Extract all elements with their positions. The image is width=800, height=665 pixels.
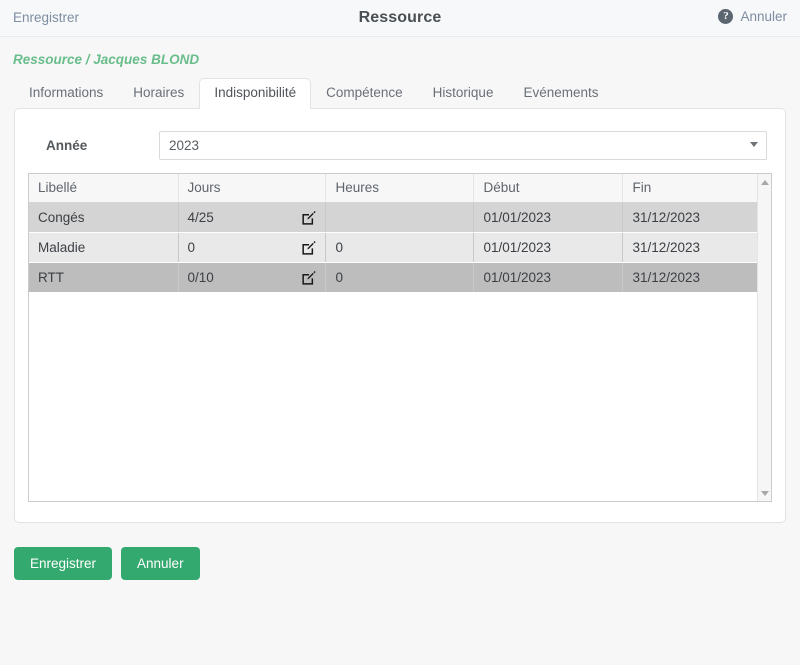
cell-jours-value: 4/25	[187, 209, 214, 225]
cell-fin: 31/12/2023	[622, 202, 771, 233]
top-toolbar: Enregistrer Ressource ? Annuler	[0, 0, 800, 37]
edit-pencil-square-icon[interactable]	[301, 240, 317, 255]
absence-table: Libellé Jours Heures Début Fin Congés 4/…	[29, 174, 771, 293]
cell-jours: 0/10	[178, 262, 327, 293]
absence-table-container: Libellé Jours Heures Début Fin Congés 4/…	[28, 173, 772, 502]
cell-heures: 0	[325, 232, 475, 263]
table-row[interactable]: Congés 4/25 01/01/2023 31/12/2023	[29, 202, 771, 233]
cell-fin: 31/12/2023	[622, 232, 771, 263]
year-select-wrapper: 2023	[159, 130, 767, 160]
scroll-down-arrow-icon[interactable]	[758, 486, 771, 500]
indisponibilite-panel: Année 2023 Libellé Jours Heures Début Fi…	[14, 108, 786, 523]
cell-jours: 4/25	[178, 202, 327, 233]
toolbar-right-group: ? Annuler	[718, 9, 787, 24]
cell-libelle: RTT	[29, 262, 179, 293]
scroll-up-arrow-icon[interactable]	[758, 175, 771, 189]
cell-libelle: Maladie	[29, 232, 179, 263]
cell-jours: 0	[178, 232, 327, 263]
column-header-heures[interactable]: Heures	[325, 174, 475, 203]
column-header-libelle[interactable]: Libellé	[29, 174, 179, 203]
tab-horaires[interactable]: Horaires	[118, 78, 199, 108]
column-header-fin[interactable]: Fin	[622, 174, 771, 203]
column-header-debut[interactable]: Début	[473, 174, 624, 203]
tab-indisponibilite[interactable]: Indisponibilité	[199, 78, 312, 109]
year-select[interactable]: 2023	[159, 130, 767, 160]
save-button[interactable]: Enregistrer	[14, 547, 113, 580]
tab-historique[interactable]: Historique	[418, 78, 509, 108]
cell-heures	[325, 202, 475, 233]
table-row[interactable]: RTT 0/10 0 01/01/2023 31/12/2023	[29, 262, 771, 293]
toolbar-save-link[interactable]: Enregistrer	[13, 10, 79, 25]
tab-evenements[interactable]: Evénements	[508, 78, 613, 108]
edit-pencil-square-icon[interactable]	[301, 270, 317, 285]
table-header-row: Libellé Jours Heures Début Fin	[29, 174, 771, 203]
tab-bar: Informations Horaires Indisponibilité Co…	[14, 78, 800, 109]
year-label: Année	[46, 137, 88, 153]
breadcrumb: Ressource / Jacques BLOND	[13, 52, 200, 67]
cell-libelle: Congés	[29, 202, 179, 233]
cell-heures: 0	[325, 262, 475, 293]
table-row[interactable]: Maladie 0 0 01/01/2023 31/12/2023	[29, 232, 771, 263]
cancel-button[interactable]: Annuler	[121, 547, 200, 580]
cell-debut: 01/01/2023	[473, 262, 624, 293]
page-title: Ressource	[358, 9, 442, 26]
tab-informations[interactable]: Informations	[14, 78, 118, 108]
tab-competence[interactable]: Compétence	[311, 78, 418, 108]
year-form-row: Année 2023	[27, 130, 773, 160]
help-circle-icon[interactable]: ?	[718, 9, 734, 24]
edit-pencil-square-icon[interactable]	[301, 210, 317, 225]
column-header-jours[interactable]: Jours	[178, 174, 327, 203]
cell-debut: 01/01/2023	[473, 202, 624, 233]
toolbar-cancel-link[interactable]: Annuler	[740, 9, 787, 24]
cell-jours-value: 0	[187, 239, 196, 255]
table-vertical-scrollbar[interactable]	[757, 174, 771, 501]
cell-debut: 01/01/2023	[473, 232, 624, 263]
cell-fin: 31/12/2023	[622, 262, 771, 293]
cell-jours-value: 0/10	[187, 269, 214, 285]
footer-actions: Enregistrer Annuler	[14, 547, 800, 580]
